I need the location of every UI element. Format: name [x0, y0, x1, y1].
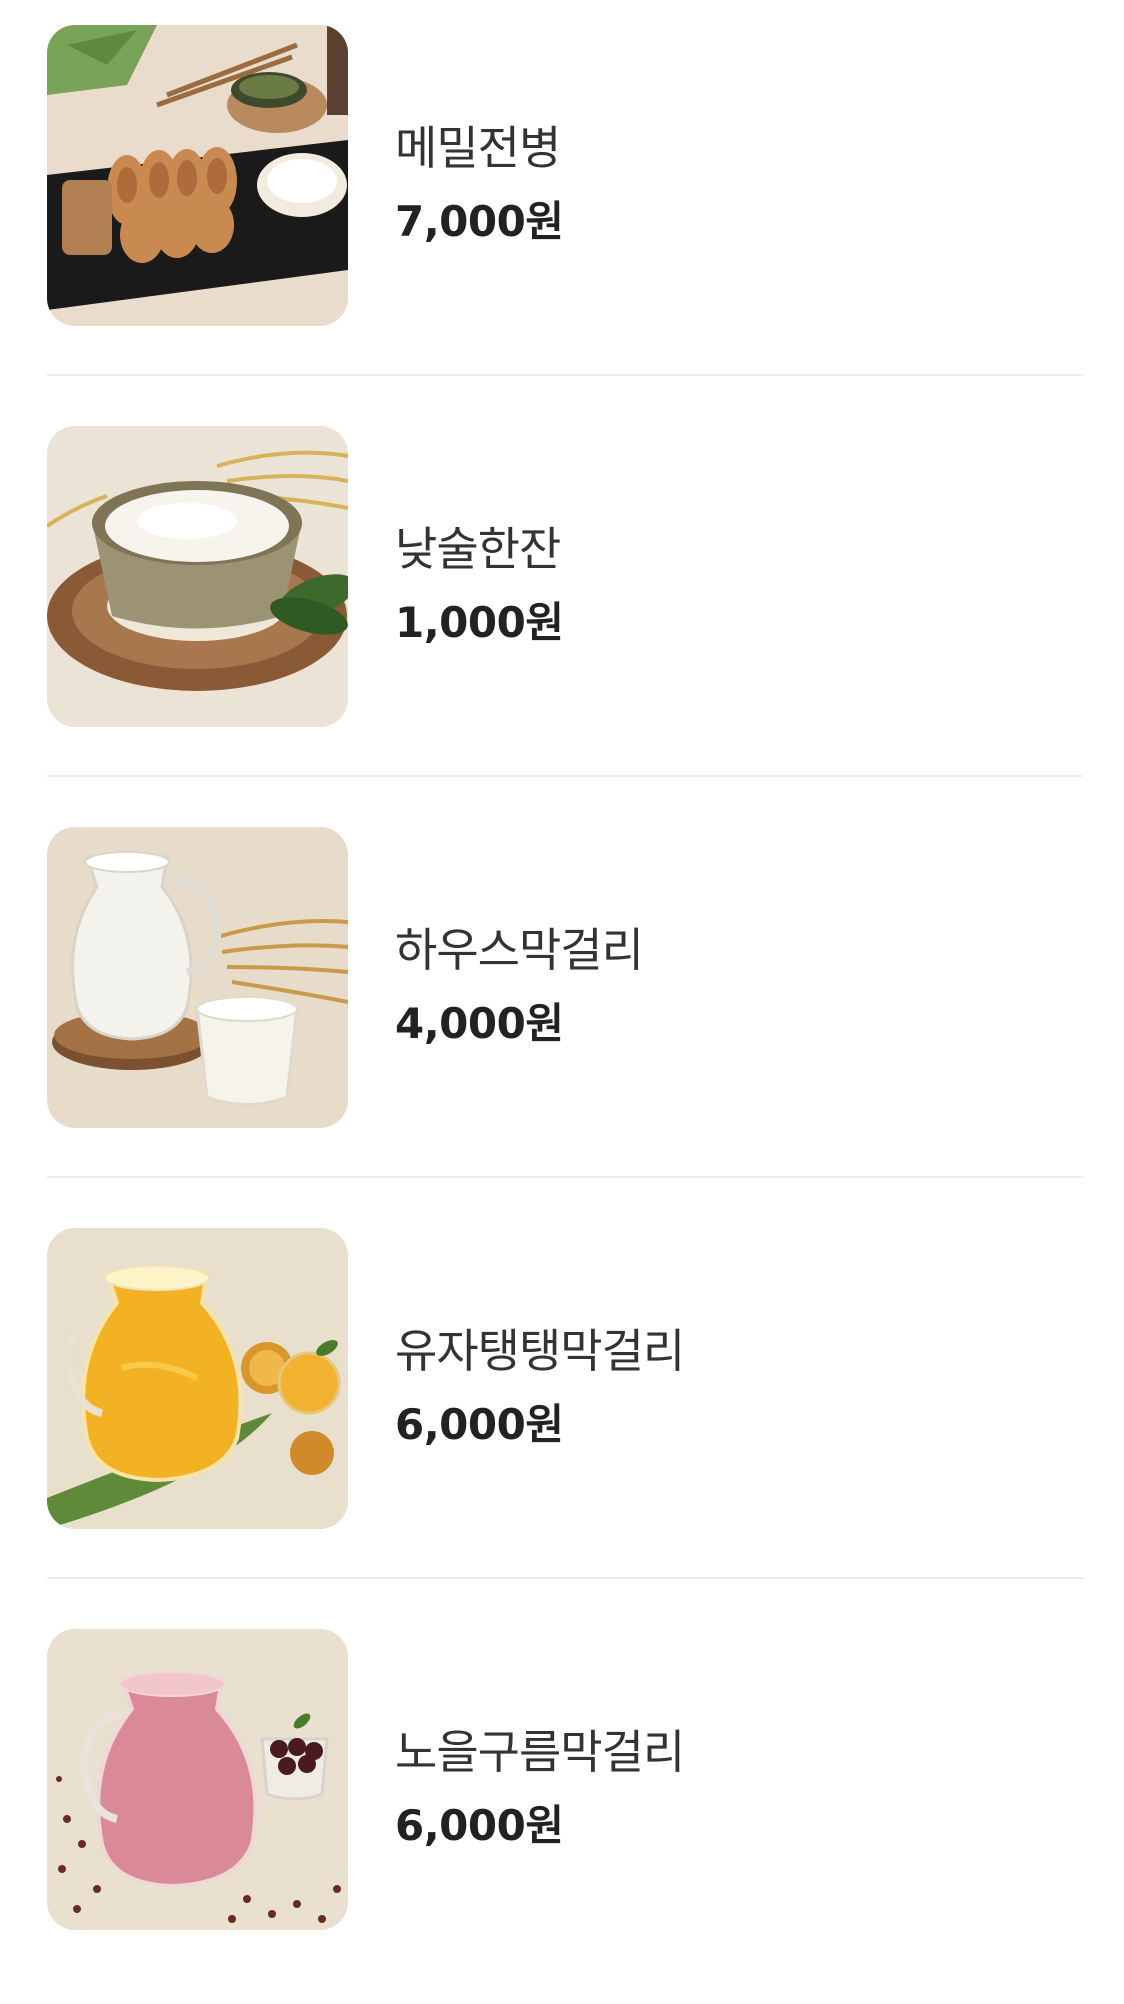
menu-item-price: 4,000원 [395, 999, 564, 1048]
menu-item-sunset-cloud-makgeolli[interactable]: 노을구름막걸리 6,000원 [47, 1604, 1083, 2004]
menu-item-daytime-drink[interactable]: 낮술한잔 1,000원 [47, 401, 1083, 801]
menu-item-yuja-makgeolli[interactable]: 유자탱탱막걸리 6,000원 [47, 1203, 1083, 1603]
sunset-cloud-makgeolli-jug-photo[interactable] [47, 1629, 348, 1930]
divider [47, 374, 1083, 376]
yuja-makgeolli-jug-photo[interactable] [47, 1228, 348, 1529]
menu-item-name: 하우스막걸리 [395, 923, 644, 977]
menu-item-price: 6,000원 [395, 1801, 564, 1850]
menu-item-price: 6,000원 [395, 1400, 564, 1449]
menu-list: 메밀전병 7,000원 낮술한잔 1,000원 하우스막걸리 4,000원 유자… [0, 0, 1124, 1946]
menu-item-price: 1,000원 [395, 598, 564, 647]
house-makgeolli-jug-photo[interactable] [47, 827, 348, 1128]
menu-item-price: 7,000원 [395, 197, 564, 246]
menu-item-house-makgeolli[interactable]: 하우스막걸리 4,000원 [47, 802, 1083, 1202]
menu-item-name: 유자탱탱막걸리 [395, 1324, 685, 1378]
buckwheat-crepe-photo[interactable] [47, 25, 348, 326]
makgeolli-bowl-photo[interactable] [47, 426, 348, 727]
divider [47, 775, 1083, 777]
menu-item-name: 낮술한잔 [395, 522, 561, 576]
menu-item-buckwheat-crepe[interactable]: 메밀전병 7,000원 [47, 0, 1083, 400]
menu-item-name: 노을구름막걸리 [395, 1725, 685, 1779]
menu-item-name: 메밀전병 [395, 121, 561, 175]
divider [47, 1577, 1083, 1579]
divider [47, 1176, 1083, 1178]
